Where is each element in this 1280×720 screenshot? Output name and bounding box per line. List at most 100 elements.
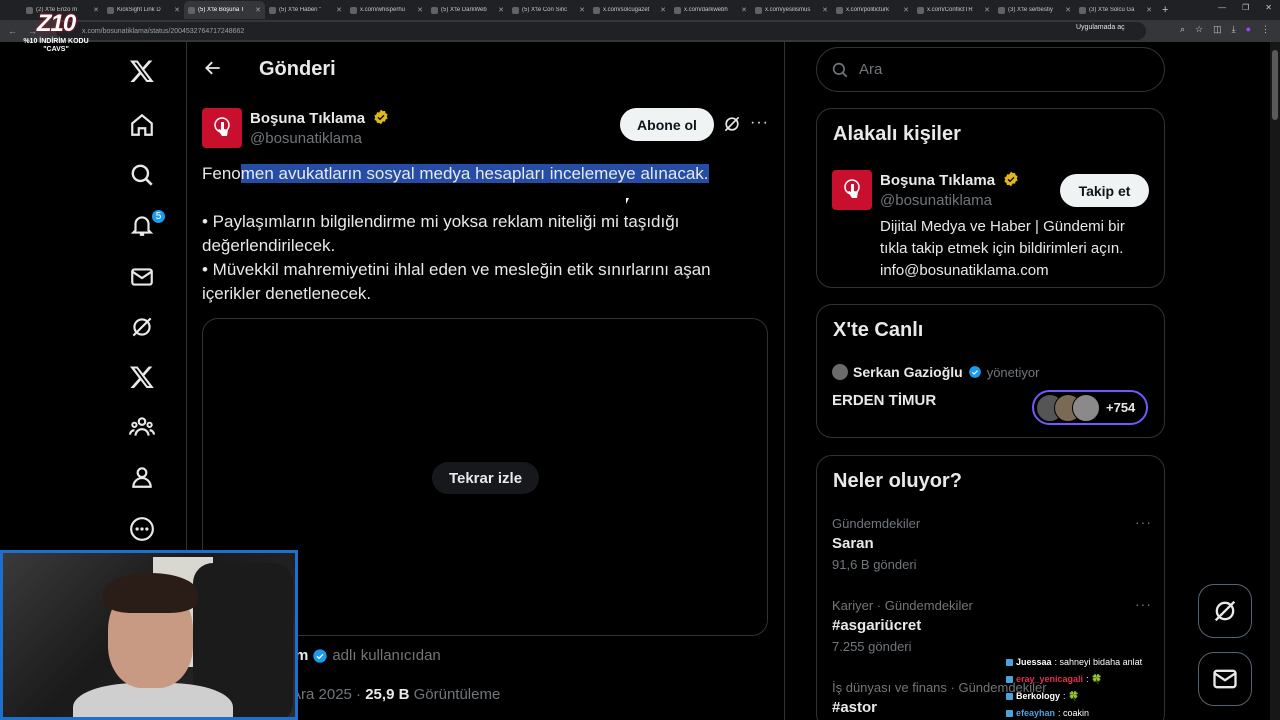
browser-tab[interactable]: x.com/darkwebh ✕ (670, 1, 751, 19)
more-icon[interactable] (127, 514, 157, 544)
host-name: Serkan Gazioğlu (853, 364, 963, 380)
subscribe-button[interactable]: Abone ol (620, 108, 714, 141)
favicon-icon (1079, 6, 1086, 14)
trend-category: Kariyer · Gündemdekiler (832, 598, 973, 613)
chat-badge-icon (1006, 676, 1013, 683)
address-bar[interactable]: x.com/bosunatiklama/status/2004532764717… (56, 22, 1146, 40)
related-avatar[interactable] (832, 170, 872, 210)
chat-text: : 🍀 (1086, 674, 1103, 684)
tab-close-icon[interactable]: ✕ (93, 6, 99, 14)
tab-title: KickSight Link D (117, 7, 161, 13)
extensions-icon[interactable]: ◫ (1213, 24, 1222, 35)
tab-close-icon[interactable]: ✕ (903, 6, 909, 14)
scrollbar-track[interactable] (1270, 42, 1280, 720)
menu-icon[interactable]: ⋮ (1261, 24, 1270, 35)
browser-tab[interactable]: (5) X'te Con Sinc ✕ (508, 1, 589, 19)
host-role: yönetiyor (986, 364, 1040, 380)
mouse-cursor (626, 198, 629, 204)
download-icon[interactable]: ⤓ (1232, 24, 1236, 35)
browser-tab[interactable]: KickSight Link D ✕ (103, 1, 184, 19)
tab-title: (3) X'te Solcu Ga (1089, 7, 1135, 13)
favicon-icon (107, 6, 114, 14)
tab-close-icon[interactable]: ✕ (417, 6, 423, 14)
browser-tab[interactable]: (5) X'te Boşuna T ✕ (184, 1, 265, 19)
post-header: Gönderi (187, 42, 784, 98)
favicon-icon (836, 6, 843, 14)
zoom-icon[interactable]: ⌕ (1180, 24, 1185, 35)
post-text-prefix: Feno (202, 164, 241, 183)
browser-tab[interactable]: x.com/ConflictTR ✕ (913, 1, 994, 19)
tab-close-icon[interactable]: ✕ (174, 6, 180, 14)
mail-icon[interactable] (127, 262, 157, 292)
trend-item[interactable]: Kariyer · Gündemdekiler #asgariücret 7.2… (832, 596, 1152, 654)
browser-tab[interactable]: (3) X'te Solcu Ga ✕ (1075, 1, 1156, 19)
post-date[interactable]: Ara 2025 · (291, 686, 365, 703)
tab-close-icon[interactable]: ✕ (255, 6, 261, 14)
follow-button[interactable]: Takip et (1060, 174, 1149, 207)
tab-close-icon[interactable]: ✕ (741, 6, 747, 14)
tab-close-icon[interactable]: ✕ (1146, 6, 1152, 14)
home-icon[interactable] (127, 110, 157, 140)
grok-icon[interactable] (127, 312, 157, 342)
tab-close-icon[interactable]: ✕ (1065, 6, 1071, 14)
related-name[interactable]: Boşuna Tıklama (880, 172, 995, 189)
browser-tab[interactable]: x.com/whisperhu ✕ (346, 1, 427, 19)
chat-user: eray_yenicagali (1016, 674, 1084, 684)
notification-badge: 5 (151, 209, 166, 224)
scrollbar-thumb[interactable] (1272, 50, 1278, 120)
trend-more-icon[interactable]: ··· (1135, 596, 1152, 612)
live-title: X'te Canlı (833, 319, 924, 341)
restore-icon[interactable]: ❐ (1242, 3, 1249, 12)
grok-fab-button[interactable] (1198, 584, 1252, 638)
communities-icon[interactable] (127, 412, 157, 442)
messages-fab-button[interactable] (1198, 652, 1252, 706)
tab-close-icon[interactable]: ✕ (498, 6, 504, 14)
profile-icon[interactable] (127, 462, 157, 492)
browser-tab[interactable]: (5) X'te Haberi " ✕ (265, 1, 346, 19)
open-in-app-button[interactable]: Uygulamada aç (1076, 24, 1125, 31)
search-placeholder: Ara (859, 61, 883, 78)
x-premium-icon[interactable] (127, 362, 157, 392)
related-handle[interactable]: @bosunatiklama (880, 192, 1019, 209)
author-avatar[interactable] (202, 108, 242, 148)
trend-item[interactable]: Gündemdekiler Saran 91,6 B gönderi ··· (832, 514, 1152, 572)
tab-close-icon[interactable]: ✕ (984, 6, 990, 14)
author-name[interactable]: Boşuna Tıklama (250, 110, 365, 127)
grok-icon[interactable] (722, 114, 742, 134)
stream-chat-overlay: Juessaa: sahneyi bidaha anlat eray_yenica… (1006, 654, 1142, 720)
tab-close-icon[interactable]: ✕ (822, 6, 828, 14)
browser-tab[interactable]: (5) X'te DarkWeb ✕ (427, 1, 508, 19)
replay-button[interactable]: Tekrar izle (432, 462, 539, 494)
related-bio: Dijital Medya ve Haber | Gündemi bir tık… (880, 218, 1125, 279)
browser-tab[interactable]: (3) X'te serbestiy ✕ (994, 1, 1075, 19)
browser-tab[interactable]: x.com/yesilismus ✕ (751, 1, 832, 19)
favicon-icon (431, 6, 438, 14)
minimize-icon[interactable]: — (1218, 3, 1226, 12)
trends-title: Neler oluyor? (833, 470, 962, 492)
mail-icon (1213, 669, 1237, 689)
search-icon (832, 62, 848, 77)
sponsor-logo-overlay: Z10 %10 İNDİRİM KODU "CAVS" (18, 10, 94, 54)
post-bullet-1: • Paylaşımların bilgilendirme mi yoksa r… (202, 212, 680, 255)
grok-icon (1214, 600, 1236, 622)
browser-tab[interactable]: x.com/politicturk ✕ (832, 1, 913, 19)
tab-close-icon[interactable]: ✕ (336, 6, 342, 14)
new-tab-icon[interactable]: + (1162, 4, 1168, 16)
profile-avatar-icon[interactable]: ● (1246, 24, 1251, 35)
bell-icon[interactable]: 5 (127, 209, 166, 240)
more-options-icon[interactable]: ··· (750, 114, 769, 132)
search-input[interactable]: Ara (816, 47, 1165, 92)
trend-more-icon[interactable]: ··· (1135, 514, 1152, 530)
back-arrow-icon[interactable] (203, 58, 223, 78)
tab-strip: (2) X'te Enzo m ✕ KickSight Link D ✕ (5) X't… (22, 1, 1156, 19)
chat-badge-icon (1006, 710, 1013, 717)
tab-close-icon[interactable]: ✕ (579, 6, 585, 14)
bookmark-star-icon[interactable]: ☆ (1195, 24, 1203, 35)
listeners-pill[interactable]: +754 (1032, 390, 1148, 425)
search-icon[interactable] (127, 160, 157, 190)
author-handle[interactable]: @bosunatiklama (250, 130, 389, 147)
close-window-icon[interactable]: ✕ (1265, 3, 1272, 12)
tab-close-icon[interactable]: ✕ (660, 6, 666, 14)
browser-tab[interactable]: x.com/solcugazet ✕ (589, 1, 670, 19)
x-logo-icon[interactable] (127, 56, 157, 86)
